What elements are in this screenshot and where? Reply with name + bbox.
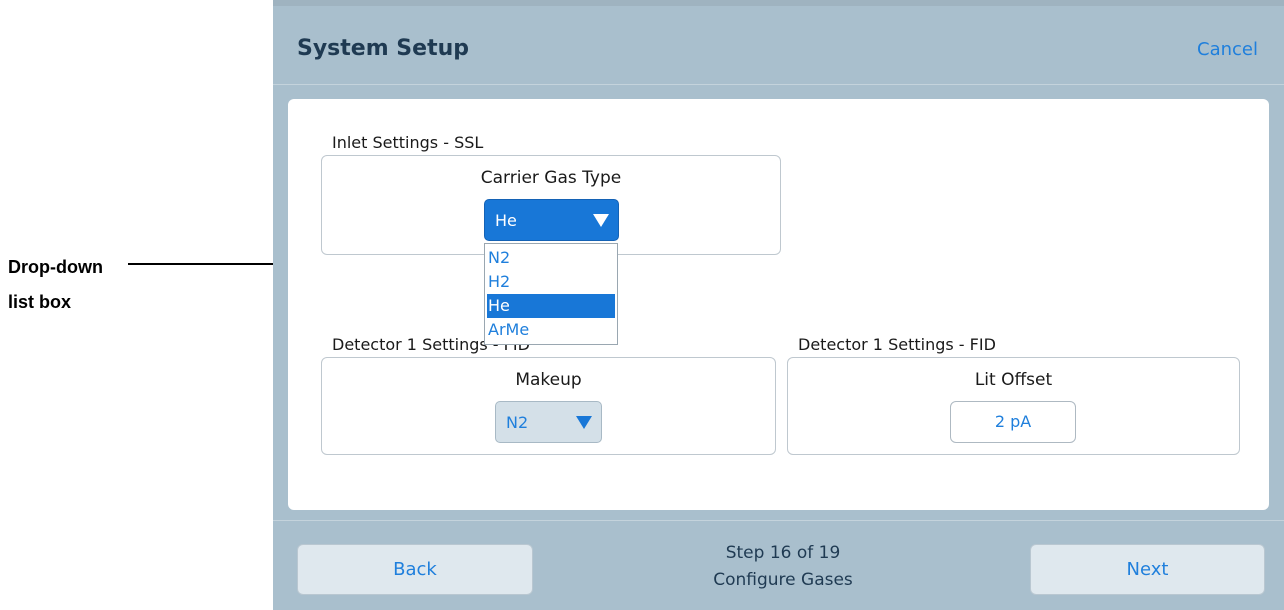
step-indicator: Step 16 of 19 Configure Gases: [673, 540, 893, 594]
carrier-gas-select[interactable]: He: [484, 199, 619, 241]
lit-offset-field[interactable]: 2 pA: [950, 401, 1076, 443]
carrier-gas-dropdown-list: N2 H2 He ArMe: [484, 243, 618, 345]
dropdown-option-he[interactable]: He: [487, 294, 615, 318]
footer-divider: [273, 520, 1284, 521]
triangle-down-icon: [593, 214, 609, 227]
dropdown-option-arme[interactable]: ArMe: [487, 318, 615, 342]
screen-top-strip: [273, 0, 1284, 6]
dropdown-option-n2[interactable]: N2: [487, 246, 615, 270]
step-name: Configure Gases: [713, 570, 853, 590]
page: Drop-down list box System Setup Cancel I…: [0, 0, 1284, 610]
inlet-group-title: Inlet Settings - SSL: [332, 133, 484, 152]
back-button[interactable]: Back: [297, 544, 533, 595]
page-title: System Setup: [297, 36, 469, 61]
next-button[interactable]: Next: [1030, 544, 1265, 595]
lit-offset-label: Lit Offset: [974, 370, 1053, 390]
detector-right-group-title: Detector 1 Settings - FID: [798, 335, 996, 354]
makeup-select[interactable]: N2: [495, 401, 602, 443]
carrier-gas-type-label: Carrier Gas Type: [480, 168, 622, 188]
cancel-button[interactable]: Cancel: [1197, 39, 1258, 60]
carrier-gas-selected-value: He: [495, 210, 517, 230]
makeup-selected-value: N2: [506, 412, 529, 432]
triangle-down-icon: [576, 416, 592, 429]
header-divider: [273, 84, 1284, 85]
settings-panel: Inlet Settings - SSL Carrier Gas Type He…: [288, 99, 1269, 510]
makeup-label: Makeup: [515, 370, 582, 390]
device-screen: System Setup Cancel Inlet Settings - SSL…: [273, 0, 1284, 610]
callout-label-line1: Drop-down: [8, 257, 103, 277]
step-count: Step 16 of 19: [725, 543, 841, 563]
dropdown-option-h2[interactable]: H2: [487, 270, 615, 294]
callout-label-line2: list box: [8, 292, 72, 312]
